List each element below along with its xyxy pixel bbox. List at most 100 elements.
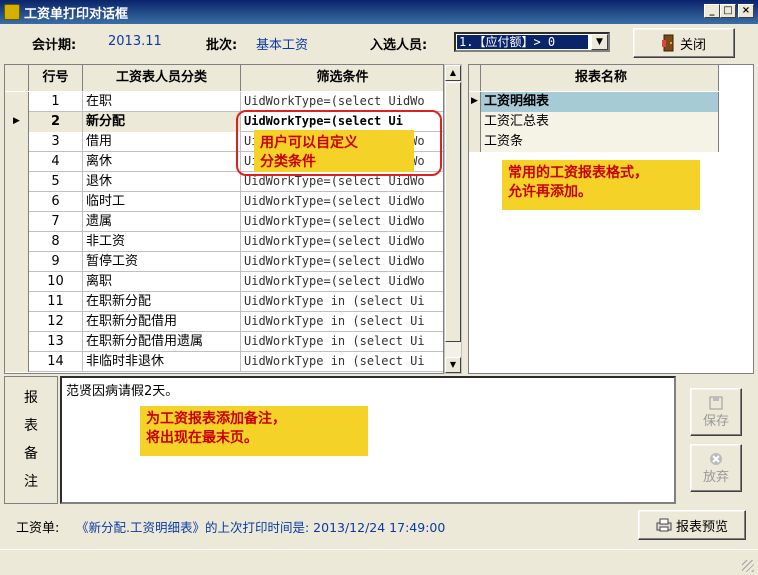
row-number-cell[interactable]: 4: [29, 152, 83, 172]
row-indicator[interactable]: [5, 272, 29, 292]
table-row[interactable]: 1 在职 UidWorkType=(select UidWo: [5, 92, 443, 112]
grid-header-row-number[interactable]: 行号: [29, 65, 83, 91]
grid-header-condition[interactable]: 筛选条件: [241, 65, 443, 91]
row-number-cell[interactable]: 10: [29, 272, 83, 292]
condition-cell[interactable]: UidWorkType in (select Ui: [241, 332, 443, 352]
report-list-item[interactable]: ▶ 工资明细表: [469, 92, 719, 112]
row-indicator[interactable]: [5, 212, 29, 232]
row-number-cell[interactable]: 9: [29, 252, 83, 272]
table-row[interactable]: 9 暂停工资 UidWorkType=(select UidWo: [5, 252, 443, 272]
category-cell[interactable]: 非工资: [83, 232, 241, 252]
category-cell[interactable]: 在职新分配: [83, 292, 241, 312]
row-indicator[interactable]: [5, 172, 29, 192]
category-cell[interactable]: 在职新分配借用: [83, 312, 241, 332]
period-value: 2013.11: [108, 34, 162, 49]
row-indicator[interactable]: [5, 332, 29, 352]
condition-cell[interactable]: UidWorkType=(select UidWo: [241, 252, 443, 272]
category-cell[interactable]: 非临时非退休: [83, 352, 241, 372]
category-cell[interactable]: 退休: [83, 172, 241, 192]
row-number-cell[interactable]: 1: [29, 92, 83, 112]
category-cell[interactable]: 在职新分配借用遗属: [83, 332, 241, 352]
table-row[interactable]: 14 非临时非退休 UidWorkType in (select Ui: [5, 352, 443, 372]
row-indicator[interactable]: [469, 112, 481, 132]
save-button[interactable]: 保存: [690, 388, 742, 436]
category-cell[interactable]: 临时工: [83, 192, 241, 212]
row-number-cell[interactable]: 3: [29, 132, 83, 152]
row-number-cell[interactable]: 8: [29, 232, 83, 252]
grid-vertical-scrollbar[interactable]: ▲ ▼: [444, 64, 462, 374]
table-row[interactable]: 12 在职新分配借用 UidWorkType in (select Ui: [5, 312, 443, 332]
row-number-cell[interactable]: 5: [29, 172, 83, 192]
row-number-cell[interactable]: 14: [29, 352, 83, 372]
row-number-cell[interactable]: 2: [29, 112, 83, 132]
row-number-cell[interactable]: 7: [29, 212, 83, 232]
report-name[interactable]: 工资条: [481, 132, 719, 152]
grid-header-indicator: [5, 65, 29, 91]
report-preview-label: 报表预览: [675, 519, 728, 535]
table-row[interactable]: 6 临时工 UidWorkType=(select UidWo: [5, 192, 443, 212]
table-row[interactable]: 7 遗属 UidWorkType=(select UidWo: [5, 212, 443, 232]
app-icon: [4, 4, 20, 20]
category-cell[interactable]: 暂停工资: [83, 252, 241, 272]
personnel-filter-dropdown[interactable]: 1.【应付额】> 0 ▼: [454, 32, 610, 52]
report-name[interactable]: 工资汇总表: [481, 112, 719, 132]
row-indicator[interactable]: [5, 292, 29, 312]
table-row[interactable]: 10 离职 UidWorkType=(select UidWo: [5, 272, 443, 292]
condition-cell[interactable]: UidWorkType=(select UidWo: [241, 212, 443, 232]
row-indicator[interactable]: [5, 92, 29, 112]
report-list-item[interactable]: 工资条: [469, 132, 719, 152]
condition-cell[interactable]: UidWorkType in (select Ui: [241, 312, 443, 332]
row-indicator[interactable]: [5, 352, 29, 372]
title-bar[interactable]: 工资单打印对话框 _ □ ×: [0, 0, 758, 24]
condition-cell[interactable]: UidWorkType=(select UidWo: [241, 192, 443, 212]
condition-cell[interactable]: UidWorkType in (select Ui: [241, 352, 443, 372]
table-row[interactable]: 13 在职新分配借用遗属 UidWorkType in (select Ui: [5, 332, 443, 352]
resize-grip-icon[interactable]: [742, 560, 754, 572]
scroll-down-icon[interactable]: ▼: [445, 357, 461, 373]
close-window-button[interactable]: ×: [738, 4, 754, 18]
category-cell[interactable]: 遗属: [83, 212, 241, 232]
grid-header-category[interactable]: 工资表人员分类: [83, 65, 241, 91]
table-row[interactable]: 11 在职新分配 UidWorkType in (select Ui: [5, 292, 443, 312]
door-exit-icon: [661, 34, 674, 52]
row-indicator[interactable]: [5, 192, 29, 212]
condition-cell[interactable]: UidWorkType=(select UidWo: [241, 92, 443, 112]
category-cell[interactable]: 借用: [83, 132, 241, 152]
row-pointer-icon[interactable]: ▶: [5, 112, 29, 132]
scroll-up-icon[interactable]: ▲: [445, 65, 461, 81]
row-indicator[interactable]: [5, 132, 29, 152]
condition-cell[interactable]: UidWorkType in (select Ui: [241, 292, 443, 312]
category-cell[interactable]: 新分配: [83, 112, 241, 132]
row-indicator[interactable]: [469, 132, 481, 152]
notes-label-char: 表: [24, 418, 38, 434]
report-header-indicator: [469, 65, 481, 91]
row-number-cell[interactable]: 11: [29, 292, 83, 312]
table-row[interactable]: 8 非工资 UidWorkType=(select UidWo: [5, 232, 443, 252]
row-indicator[interactable]: [5, 312, 29, 332]
row-number-cell[interactable]: 12: [29, 312, 83, 332]
discard-button[interactable]: 放弃: [690, 444, 742, 492]
category-cell[interactable]: 离职: [83, 272, 241, 292]
row-indicator[interactable]: [5, 252, 29, 272]
maximize-button[interactable]: □: [720, 4, 736, 18]
condition-cell[interactable]: UidWorkType=(select UidWo: [241, 232, 443, 252]
row-pointer-icon[interactable]: ▶: [469, 92, 481, 112]
row-number-cell[interactable]: 13: [29, 332, 83, 352]
scroll-thumb[interactable]: [445, 82, 461, 342]
category-cell[interactable]: 离休: [83, 152, 241, 172]
row-number-cell[interactable]: 6: [29, 192, 83, 212]
report-preview-button[interactable]: 报表预览: [638, 510, 746, 540]
report-list-item[interactable]: 工资汇总表: [469, 112, 719, 132]
condition-cell[interactable]: UidWorkType=(select UidWo: [241, 272, 443, 292]
close-button[interactable]: 关闭: [633, 28, 735, 58]
category-cell[interactable]: 在职: [83, 92, 241, 112]
report-name[interactable]: 工资明细表: [481, 92, 719, 112]
close-button-label: 关闭: [679, 37, 706, 53]
save-button-label: 保存: [702, 413, 729, 429]
row-indicator[interactable]: [5, 152, 29, 172]
row-indicator[interactable]: [5, 232, 29, 252]
chevron-down-icon[interactable]: ▼: [591, 34, 608, 50]
annotation-custom-condition: 用户可以自定义 分类条件: [254, 130, 414, 172]
minimize-button[interactable]: _: [704, 4, 720, 18]
report-list[interactable]: 报表名称 ▶ 工资明细表 工资汇总表 工资条: [468, 64, 754, 374]
